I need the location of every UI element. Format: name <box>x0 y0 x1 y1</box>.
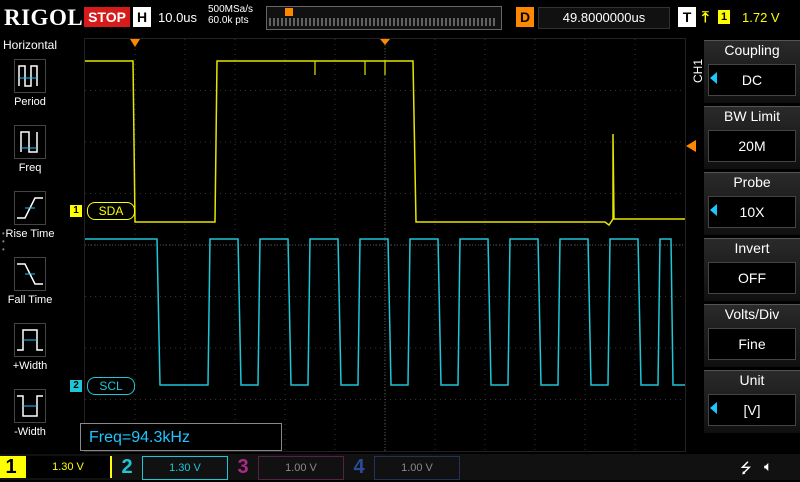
ch1-number: 1 <box>5 456 17 478</box>
minus-width-icon <box>14 389 46 423</box>
volts-div-value: Fine <box>708 328 796 360</box>
trigger-position-icon <box>285 8 293 16</box>
ch4-number: 4 <box>353 456 365 478</box>
graticule-svg <box>85 39 685 451</box>
period-icon <box>14 59 46 93</box>
ch1-scale: 1.30 V <box>26 456 110 478</box>
usb-icon: ⭍ <box>740 460 752 476</box>
freq-icon <box>14 125 46 159</box>
period-button[interactable]: Period <box>0 56 60 116</box>
ch2-offset-marker[interactable]: 2 <box>70 380 82 392</box>
freq-button[interactable]: Freq <box>0 122 60 182</box>
bw-limit-value: 20M <box>708 130 796 162</box>
knob-arrow-icon <box>710 402 717 414</box>
sample-rate: 500MSa/s <box>208 4 254 15</box>
trigger-level-marker[interactable] <box>686 140 696 152</box>
ch4-tab[interactable]: 4 1.00 V <box>348 456 460 480</box>
knob-arrow-icon <box>710 204 717 216</box>
unit-value: [V] <box>708 394 796 426</box>
bw-limit-title: BW Limit <box>724 108 780 124</box>
invert-title: Invert <box>734 240 770 256</box>
plus-width-icon <box>14 323 46 357</box>
delay-badge: D <box>516 7 534 27</box>
coupling-value: DC <box>708 64 796 96</box>
freq-label: Freq <box>18 162 42 174</box>
horizontal-delay[interactable]: 49.8000000us <box>538 7 670 29</box>
menu-channel-tag: CH1 <box>691 58 706 84</box>
top-bar: RIGOL STOP H 10.0us 500MSa/s 60.0k pts D… <box>0 0 800 36</box>
timebase-value[interactable]: 10.0us <box>158 10 197 25</box>
ch2-scale: 1.30 V <box>142 456 228 480</box>
trigger-source: 1 <box>718 10 730 24</box>
ch3-scale: 1.00 V <box>258 456 344 480</box>
plus-width-label: +Width <box>12 360 48 372</box>
trigger-position-marker <box>130 39 140 47</box>
sda-trace <box>85 60 685 227</box>
rigol-logo: RIGOL <box>4 5 84 30</box>
bw-limit-softkey[interactable]: BW Limit 20M <box>704 106 800 169</box>
plus-width-button[interactable]: +Width <box>0 320 60 380</box>
ch3-number: 3 <box>237 456 249 478</box>
rise-time-icon <box>14 191 46 225</box>
fall-time-label: Fall Time <box>7 294 53 306</box>
ch2-label: SCL <box>87 377 135 395</box>
horizontal-badge: H <box>133 7 151 27</box>
rise-time-button[interactable]: Rise Time <box>0 188 60 248</box>
trigger-level[interactable]: 1.72 V <box>742 10 780 25</box>
frequency-measurement: Freq=94.3kHz <box>80 423 282 451</box>
unit-title: Unit <box>739 372 765 388</box>
period-label: Period <box>14 96 46 108</box>
rising-edge-icon: ⤒ <box>702 9 709 26</box>
channel-menu-panel: Coupling DC BW Limit 20M Probe 10X Inver… <box>704 38 800 450</box>
probe-value: 10X <box>708 196 796 228</box>
fall-time-icon <box>14 257 46 291</box>
panel-title: Horizontal <box>2 38 58 52</box>
volts-div-title: Volts/Div <box>724 306 780 322</box>
waveform-display <box>84 38 686 452</box>
horizontal-measure-panel: Horizontal Period Freq Rise Time Fall Ti… <box>0 38 62 450</box>
speaker-muted-icon: 🔈︎ <box>764 458 773 474</box>
ch1-offset-marker[interactable]: 1 <box>70 205 82 217</box>
ch1-label: SDA <box>87 202 135 220</box>
minus-width-button[interactable]: -Width <box>0 386 60 446</box>
ch3-tab[interactable]: 3 1.00 V <box>232 456 344 480</box>
sample-rate-info: 500MSa/s 60.0k pts <box>208 4 253 26</box>
probe-softkey[interactable]: Probe 10X <box>704 172 800 235</box>
ch4-scale: 1.00 V <box>374 456 460 480</box>
ch2-number: 2 <box>121 456 133 478</box>
coupling-softkey[interactable]: Coupling DC <box>704 40 800 103</box>
page-indicator-icon: • • • <box>2 229 5 254</box>
volts-div-softkey[interactable]: Volts/Div Fine <box>704 304 800 367</box>
ch2-tab[interactable]: 2 1.30 V <box>116 456 228 480</box>
probe-title: Probe <box>733 174 771 190</box>
trigger-badge: T <box>678 7 696 27</box>
minus-width-label: -Width <box>14 426 46 438</box>
knob-arrow-icon <box>710 72 717 84</box>
overview-wave <box>269 18 497 26</box>
coupling-title: Coupling <box>724 42 780 58</box>
invert-value: OFF <box>708 262 796 294</box>
rise-time-label: Rise Time <box>5 228 55 240</box>
waveform-overview <box>266 6 502 30</box>
center-marker <box>380 39 390 45</box>
run-stop-status[interactable]: STOP <box>84 7 130 27</box>
channel-status-bar: 1 1.30 V 2 1.30 V 3 1.00 V 4 1.00 V ⭍ 🔈︎ <box>0 454 800 480</box>
ch1-tab[interactable]: 1 1.30 V <box>0 456 112 478</box>
invert-softkey[interactable]: Invert OFF <box>704 238 800 301</box>
memory-points: 60.0k pts <box>208 15 249 26</box>
fall-time-button[interactable]: Fall Time <box>0 254 60 314</box>
unit-softkey[interactable]: Unit [V] <box>704 370 800 433</box>
